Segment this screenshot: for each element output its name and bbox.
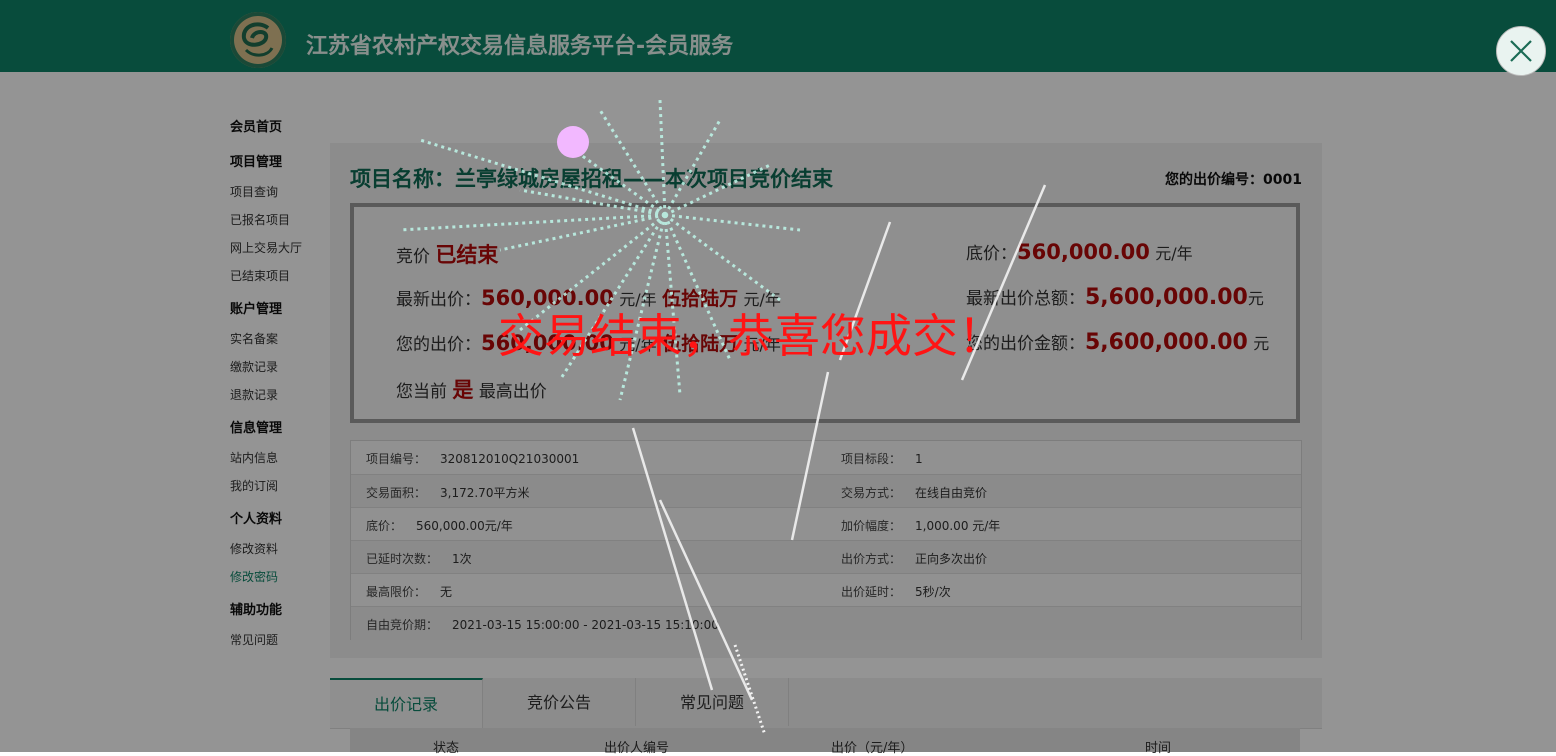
success-overlay: 交易结束，恭喜您成交！: [0, 0, 1556, 752]
close-icon: [1510, 40, 1532, 62]
close-button[interactable]: [1496, 26, 1546, 76]
fireworks-icon: [399, 99, 1047, 736]
success-message: 交易结束，恭喜您成交！: [498, 309, 1004, 363]
